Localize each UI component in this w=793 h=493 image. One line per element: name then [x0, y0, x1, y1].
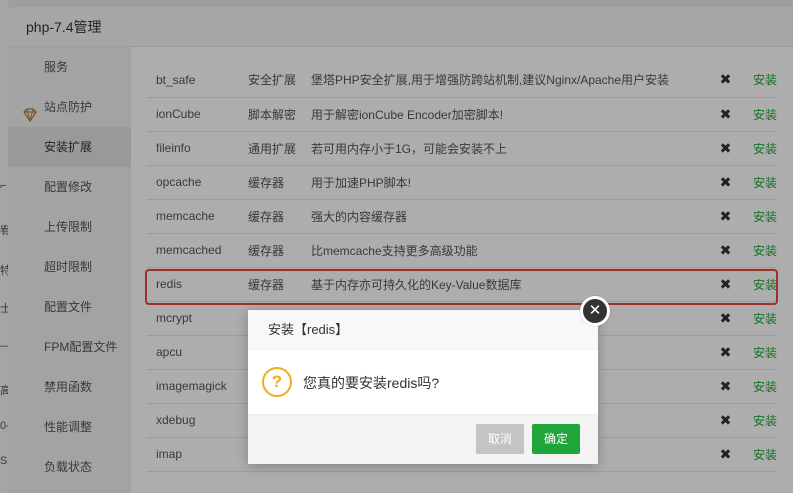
close-icon: ✕: [583, 299, 607, 323]
cancel-button[interactable]: 取消: [476, 424, 524, 454]
question-icon: ?: [262, 367, 292, 397]
dialog-message: 您真的要安装redis吗?: [303, 375, 440, 391]
confirm-button[interactable]: 确定: [532, 424, 580, 454]
dialog-footer: 取消 确定: [248, 414, 598, 464]
dialog-close-button[interactable]: ✕: [580, 296, 610, 326]
dialog-title: 安装【redis】: [248, 310, 598, 350]
install-confirm-dialog: 安装【redis】 ? 您真的要安装redis吗? 取消 确定: [248, 310, 598, 464]
dialog-body: ? 您真的要安装redis吗?: [248, 350, 598, 414]
